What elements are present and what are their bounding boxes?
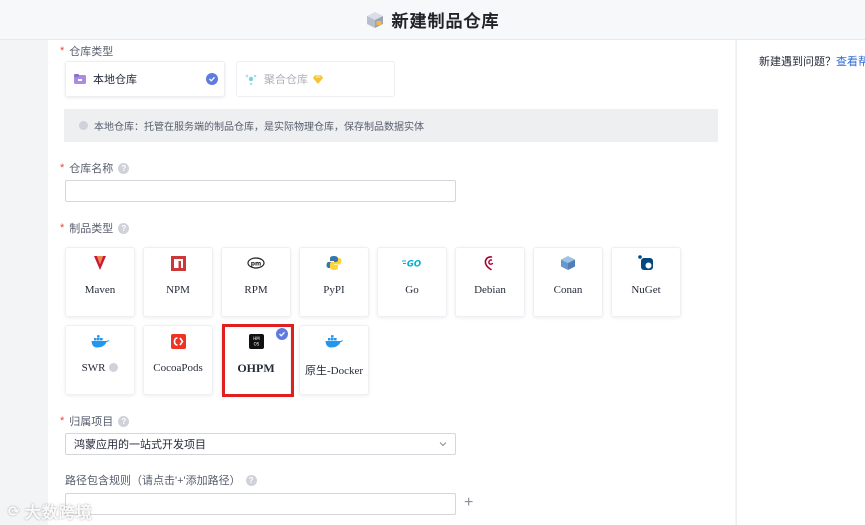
artifact-pypi[interactable]: PyPI — [299, 247, 369, 317]
artifact-debian[interactable]: Debian — [455, 247, 525, 317]
help-text: 新建遇到问题？查看帮助 — [759, 53, 865, 69]
chevron-down-icon — [439, 442, 447, 447]
required-mark: * — [60, 222, 65, 234]
svg-text:pm: pm — [251, 261, 262, 268]
form-area: * 仓库类型 本地仓库 聚合仓库 本地仓库：托管在服务端的制品仓库，是实际物理仓… — [48, 40, 735, 525]
artifact-type-label: * 制品类型 ? — [60, 220, 130, 236]
debian-icon — [456, 254, 524, 272]
path-rule-input[interactable] — [65, 493, 456, 515]
help-icon[interactable]: ? — [118, 162, 130, 174]
artifact-cocoapods[interactable]: CocoaPods — [143, 325, 213, 395]
diamond-icon — [313, 74, 323, 84]
path-rule-label: 路径包含规则（请点击'+'添加路径） ? — [65, 472, 257, 488]
selected-check-icon — [276, 328, 288, 340]
watermark: ⟳ 大数跨境 — [8, 502, 93, 523]
maven-icon — [66, 254, 134, 272]
conan-icon — [534, 254, 602, 272]
aggregate-repo-icon — [245, 73, 257, 85]
svg-text:HM: HM — [253, 336, 260, 341]
rpm-icon: pm — [222, 254, 290, 272]
package-box-icon — [366, 11, 384, 29]
help-link[interactable]: 查看帮助 — [836, 56, 865, 68]
docker-icon — [300, 332, 368, 350]
watermark-logo-icon: ⟳ — [8, 502, 21, 519]
project-select[interactable]: 鸿蒙应用的一站式开发项目 — [65, 433, 456, 455]
artifact-npm[interactable]: NPM — [143, 247, 213, 317]
add-path-button[interactable]: + — [464, 495, 473, 511]
artifact-native-docker[interactable]: 原生-Docker — [299, 325, 369, 395]
artifact-go[interactable]: GO Go — [377, 247, 447, 317]
repo-type-local-option[interactable]: 本地仓库 — [65, 61, 225, 97]
repo-type-label: * 仓库类型 — [60, 45, 114, 58]
artifact-swr[interactable]: SWR — [65, 325, 135, 395]
repo-type-description: 本地仓库：托管在服务端的制品仓库，是实际物理仓库，保存制品数据实体 — [64, 109, 718, 142]
required-mark: * — [60, 162, 65, 174]
selected-check-icon — [206, 73, 218, 85]
repo-type-aggregate-option[interactable]: 聚合仓库 — [236, 61, 395, 97]
info-icon — [79, 121, 88, 130]
page-title: 新建制品仓库 — [391, 12, 500, 31]
repo-name-input[interactable] — [65, 180, 456, 202]
info-icon — [109, 363, 119, 372]
local-repo-icon — [74, 73, 86, 85]
page-header: 新建制品仓库 — [0, 0, 865, 40]
docker-icon — [66, 332, 134, 350]
project-label: * 归属项目 ? — [60, 413, 130, 429]
npm-icon — [144, 254, 212, 272]
artifact-ohpm[interactable]: HM OS OHPM — [221, 325, 291, 395]
help-panel: 新建遇到问题？查看帮助 — [736, 40, 865, 525]
help-icon[interactable]: ? — [118, 222, 130, 234]
go-icon: GO — [378, 254, 446, 272]
required-mark: * — [60, 415, 65, 427]
nuget-icon — [612, 254, 680, 272]
cocoapods-icon — [144, 332, 212, 350]
help-icon[interactable]: ? — [118, 415, 130, 427]
artifact-conan[interactable]: Conan — [533, 247, 603, 317]
artifact-maven[interactable]: Maven — [65, 247, 135, 317]
help-icon[interactable]: ? — [245, 474, 257, 486]
svg-text:GO: GO — [407, 260, 421, 269]
python-icon — [300, 254, 368, 272]
required-mark: * — [60, 45, 65, 57]
artifact-rpm[interactable]: pm RPM — [221, 247, 291, 317]
artifact-nuget[interactable]: NuGet — [611, 247, 681, 317]
repo-name-label: * 仓库名称 ? — [60, 160, 130, 176]
svg-text:OS: OS — [253, 341, 259, 346]
